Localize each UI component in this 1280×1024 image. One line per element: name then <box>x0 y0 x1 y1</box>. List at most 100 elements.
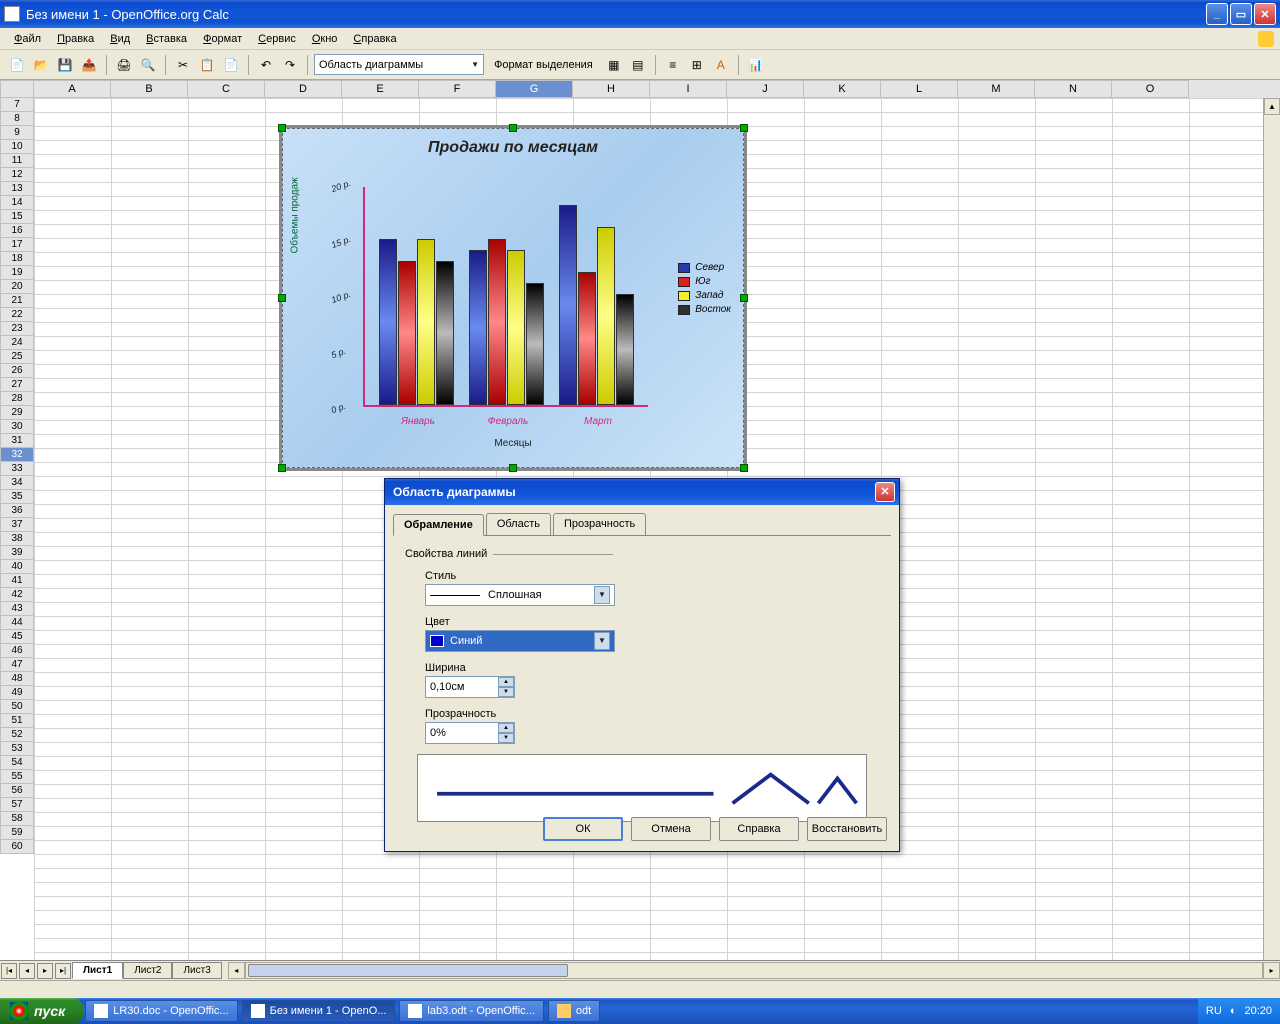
row-header-48[interactable]: 48 <box>0 672 34 686</box>
chart-bar[interactable] <box>398 261 416 405</box>
open-icon[interactable]: 📂 <box>30 54 52 76</box>
new-doc-icon[interactable]: 📄 <box>6 54 28 76</box>
resize-handle-w[interactable] <box>278 294 286 302</box>
help-button[interactable]: Справка <box>719 817 799 841</box>
row-header-14[interactable]: 14 <box>0 196 34 210</box>
row-header-37[interactable]: 37 <box>0 518 34 532</box>
row-header-45[interactable]: 45 <box>0 630 34 644</box>
reset-button[interactable]: Восстановить <box>807 817 887 841</box>
export-icon[interactable]: 📤 <box>78 54 100 76</box>
row-header-28[interactable]: 28 <box>0 392 34 406</box>
resize-handle-sw[interactable] <box>278 464 286 472</box>
row-header-19[interactable]: 19 <box>0 266 34 280</box>
dialog-tab-transparency[interactable]: Прозрачность <box>553 513 646 535</box>
window-minimize-button[interactable]: _ <box>1206 3 1228 25</box>
language-indicator[interactable]: RU <box>1206 1005 1222 1017</box>
chart-bar[interactable] <box>417 239 435 406</box>
sheet-tab-1[interactable]: Лист1 <box>72 962 123 979</box>
chart-bar[interactable] <box>578 272 596 405</box>
chart-title[interactable]: Продажи по месяцам <box>283 129 743 157</box>
row-header-7[interactable]: 7 <box>0 98 34 112</box>
chart-legend[interactable]: СеверЮгЗападВосток <box>678 259 731 318</box>
row-header-26[interactable]: 26 <box>0 364 34 378</box>
row-header-13[interactable]: 13 <box>0 182 34 196</box>
resize-handle-s[interactable] <box>509 464 517 472</box>
sheet-nav-next[interactable]: ▸ <box>37 963 53 979</box>
row-header-33[interactable]: 33 <box>0 462 34 476</box>
row-header-18[interactable]: 18 <box>0 252 34 266</box>
col-header-C[interactable]: C <box>188 80 265 98</box>
row-header-36[interactable]: 36 <box>0 504 34 518</box>
chart-type-icon[interactable]: 📊 <box>745 54 767 76</box>
row-header-55[interactable]: 55 <box>0 770 34 784</box>
menu-help[interactable]: Справка <box>345 31 404 47</box>
row-header-60[interactable]: 60 <box>0 840 34 854</box>
col-header-A[interactable]: A <box>34 80 111 98</box>
row-header-9[interactable]: 9 <box>0 126 34 140</box>
chart-bar[interactable] <box>469 250 487 405</box>
chart-bar[interactable] <box>616 294 634 405</box>
row-header-16[interactable]: 16 <box>0 224 34 238</box>
format-icon2[interactable]: ▤ <box>627 54 649 76</box>
format-selection-label[interactable]: Формат выделения <box>486 59 601 71</box>
resize-handle-ne[interactable] <box>740 124 748 132</box>
chart-x-axis-label[interactable]: Месяцы <box>283 438 743 449</box>
row-header-31[interactable]: 31 <box>0 434 34 448</box>
resize-handle-se[interactable] <box>740 464 748 472</box>
chart-bar[interactable] <box>379 239 397 406</box>
row-header-8[interactable]: 8 <box>0 112 34 126</box>
paste-icon[interactable]: 📄 <box>220 54 242 76</box>
col-header-N[interactable]: N <box>1035 80 1112 98</box>
row-header-20[interactable]: 20 <box>0 280 34 294</box>
row-header-34[interactable]: 34 <box>0 476 34 490</box>
preview-icon[interactable]: 🔍 <box>137 54 159 76</box>
row-header-47[interactable]: 47 <box>0 658 34 672</box>
row-header-54[interactable]: 54 <box>0 756 34 770</box>
scroll-right-button[interactable]: ▸ <box>1263 962 1280 979</box>
col-header-O[interactable]: O <box>1112 80 1189 98</box>
row-header-57[interactable]: 57 <box>0 798 34 812</box>
col-header-H[interactable]: H <box>573 80 650 98</box>
col-header-F[interactable]: F <box>419 80 496 98</box>
row-header-10[interactable]: 10 <box>0 140 34 154</box>
select-all-corner[interactable] <box>0 80 34 98</box>
row-header-46[interactable]: 46 <box>0 644 34 658</box>
grid-v-icon[interactable]: ⊞ <box>686 54 708 76</box>
chart-bar[interactable] <box>559 205 577 405</box>
col-header-E[interactable]: E <box>342 80 419 98</box>
row-header-29[interactable]: 29 <box>0 406 34 420</box>
col-header-D[interactable]: D <box>265 80 342 98</box>
menu-view[interactable]: Вид <box>102 31 138 47</box>
col-header-I[interactable]: I <box>650 80 727 98</box>
copy-icon[interactable]: 📋 <box>196 54 218 76</box>
col-header-B[interactable]: B <box>111 80 188 98</box>
tray-icon[interactable]: ◐ <box>1230 1005 1237 1017</box>
line-style-combo[interactable]: Сплошная ▼ <box>425 584 615 606</box>
row-header-11[interactable]: 11 <box>0 154 34 168</box>
row-header-44[interactable]: 44 <box>0 616 34 630</box>
cut-icon[interactable]: ✂ <box>172 54 194 76</box>
row-header-27[interactable]: 27 <box>0 378 34 392</box>
embedded-chart[interactable]: Продажи по месяцам Объемы продаж Месяцы … <box>282 128 744 468</box>
row-header-49[interactable]: 49 <box>0 686 34 700</box>
scroll-up-button[interactable]: ▲ <box>1264 98 1280 115</box>
taskbar-item-calc[interactable]: Без имени 1 - OpenO... <box>242 1000 396 1022</box>
row-header-32[interactable]: 32 <box>0 448 34 462</box>
col-header-K[interactable]: K <box>804 80 881 98</box>
row-header-53[interactable]: 53 <box>0 742 34 756</box>
dialog-tab-border[interactable]: Обрамление <box>393 514 484 536</box>
system-tray[interactable]: RU ◐ 20:20 <box>1198 998 1280 1024</box>
window-maximize-button[interactable]: ▭ <box>1230 3 1252 25</box>
menu-file[interactable]: Файл <box>6 31 49 47</box>
window-close-button[interactable]: ✕ <box>1254 3 1276 25</box>
legend-item[interactable]: Юг <box>678 276 731 287</box>
line-width-spinner[interactable]: 0,10см ▲▼ <box>425 676 515 698</box>
row-header-21[interactable]: 21 <box>0 294 34 308</box>
redo-icon[interactable]: ↷ <box>279 54 301 76</box>
chart-bar[interactable] <box>597 227 615 405</box>
row-header-17[interactable]: 17 <box>0 238 34 252</box>
taskbar-item-odt[interactable]: odt <box>548 1000 600 1022</box>
dialog-titlebar[interactable]: Область диаграммы ✕ <box>385 479 899 505</box>
sheet-nav-first[interactable]: |◂ <box>1 963 17 979</box>
print-icon[interactable]: 🖨 <box>113 54 135 76</box>
